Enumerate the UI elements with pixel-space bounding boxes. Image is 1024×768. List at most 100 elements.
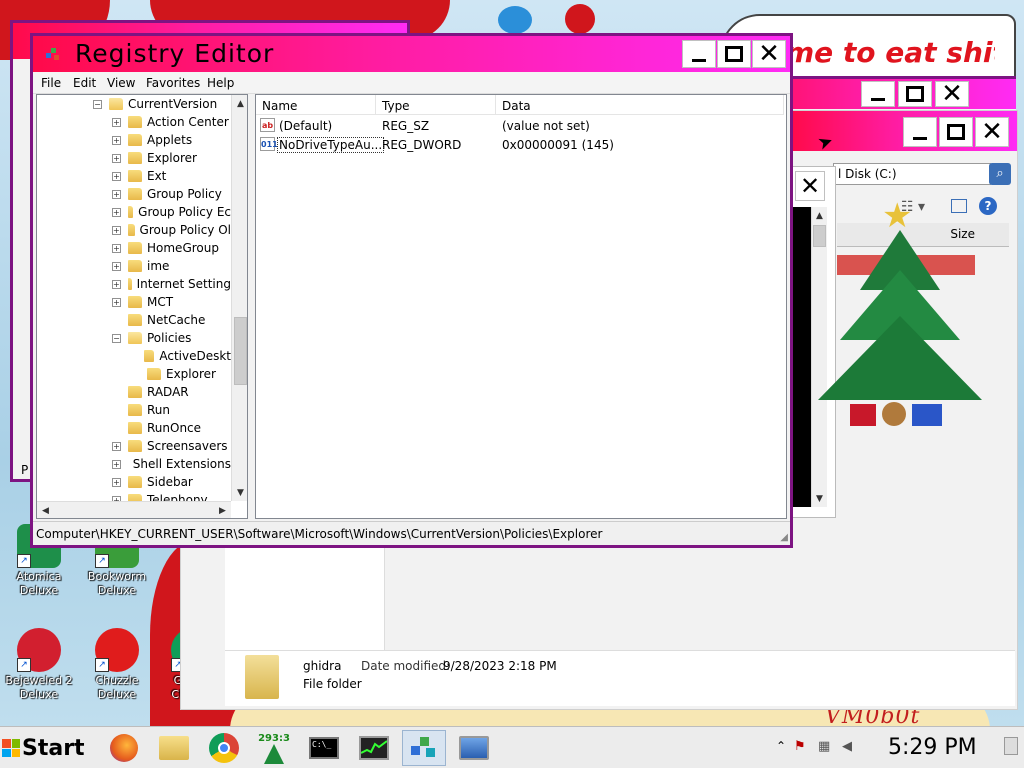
address-bar[interactable]: l Disk (C:): [833, 163, 991, 185]
menu-help[interactable]: Help: [207, 76, 234, 90]
expand-icon[interactable]: +: [112, 261, 121, 271]
expand-icon[interactable]: +: [112, 117, 121, 127]
value-type: REG_SZ: [382, 119, 430, 133]
search-icon[interactable]: ⌕: [989, 163, 1011, 185]
menu-favorites[interactable]: Favorites: [146, 76, 200, 90]
registry-value-row[interactable]: ab (Default) REG_SZ (value not set): [256, 116, 786, 135]
tree-item[interactable]: + Action Center: [112, 113, 231, 131]
tree-item[interactable]: + HomeGroup: [112, 239, 231, 257]
expand-icon[interactable]: +: [112, 297, 121, 307]
start-button[interactable]: Start: [2, 731, 92, 765]
expand-icon[interactable]: +: [112, 207, 121, 217]
tree-item[interactable]: + Screensavers: [112, 437, 231, 455]
network-icon[interactable]: ▦: [818, 739, 830, 754]
show-hidden-icons-icon[interactable]: ⌃: [776, 739, 786, 753]
menu-view[interactable]: View: [107, 76, 135, 90]
desktop-icon-chuzzle[interactable]: ↗ Chuzzle Deluxe: [78, 628, 156, 702]
menu-file[interactable]: File: [41, 76, 61, 90]
maximize-button[interactable]: [939, 117, 973, 147]
expand-icon[interactable]: +: [112, 153, 121, 163]
tree-item[interactable]: + ime: [112, 257, 231, 275]
expand-icon[interactable]: +: [112, 225, 121, 235]
expand-icon[interactable]: +: [112, 135, 121, 145]
menu-bar: File Edit View Favorites Help: [33, 72, 790, 94]
scroll-left-icon[interactable]: ◀: [37, 502, 54, 518]
expand-icon[interactable]: +: [112, 189, 121, 199]
scroll-right-icon[interactable]: ▶: [214, 502, 231, 518]
system-clock[interactable]: 5:29 PM: [888, 735, 977, 760]
taskbar-task-manager[interactable]: [352, 730, 396, 766]
registry-editor-window[interactable]: Registry Editor ✕ File Edit View Favorit…: [30, 33, 793, 548]
tree-item[interactable]: − CurrentVersion: [93, 95, 231, 113]
expand-icon[interactable]: +: [112, 279, 121, 289]
tree-item[interactable]: Run: [112, 401, 231, 419]
maximize-button[interactable]: [898, 81, 932, 107]
tree-item[interactable]: + Group Policy Ol: [112, 221, 231, 239]
expand-icon[interactable]: +: [112, 171, 121, 181]
folder-icon: [159, 736, 189, 760]
column-header-type[interactable]: Type: [376, 95, 496, 115]
registry-value-row[interactable]: 011 NoDriveTypeAu... REG_DWORD 0x0000009…: [256, 135, 786, 154]
tree-item[interactable]: − Policies: [112, 329, 231, 347]
taskbar-command-prompt[interactable]: C:\_: [302, 730, 346, 766]
taskbar-remote-desktop[interactable]: [452, 730, 496, 766]
taskbar-net-meter[interactable]: 293:3: [252, 730, 296, 766]
minimize-button[interactable]: [861, 81, 895, 107]
desktop-icon-bejeweled[interactable]: ↗ Bejeweled 2 Deluxe: [0, 628, 78, 702]
close-button[interactable]: ✕: [752, 40, 786, 68]
gift-icon: [912, 404, 942, 426]
tree-item[interactable]: ActiveDeskt: [131, 347, 231, 365]
tree-item[interactable]: + Group Policy: [112, 185, 231, 203]
tree-item[interactable]: Explorer: [131, 365, 231, 383]
collapse-icon[interactable]: −: [93, 99, 102, 109]
close-button[interactable]: ✕: [935, 81, 969, 107]
action-center-icon[interactable]: ⚑: [794, 739, 806, 754]
minimize-button[interactable]: [682, 40, 716, 68]
expand-icon[interactable]: +: [112, 441, 121, 451]
folder-icon: [147, 368, 161, 380]
menu-edit[interactable]: Edit: [73, 76, 96, 90]
scroll-down-icon[interactable]: ▼: [232, 484, 247, 501]
taskbar-registry-editor[interactable]: [402, 730, 446, 766]
tree-item[interactable]: + Ext: [112, 167, 231, 185]
tree-item[interactable]: + Shell Extensions: [112, 455, 231, 473]
tree-item[interactable]: + Explorer: [112, 149, 231, 167]
column-header-data[interactable]: Data: [496, 95, 784, 115]
tree-item-label: ime: [147, 259, 170, 273]
minimize-button[interactable]: [903, 117, 937, 147]
taskbar-chrome[interactable]: [202, 730, 246, 766]
registry-values-list[interactable]: Name Type Data ab (Default) REG_SZ (valu…: [255, 94, 787, 519]
taskbar-firefox[interactable]: [102, 730, 146, 766]
column-header-name[interactable]: Name: [256, 95, 376, 115]
tree-item[interactable]: NetCache: [112, 311, 231, 329]
registry-key-tree[interactable]: + Telephony + Sidebar + Shell Extensions + Scre…: [36, 94, 248, 519]
tree-item[interactable]: + MCT: [112, 293, 231, 311]
tree-item[interactable]: RunOnce: [112, 419, 231, 437]
expand-icon[interactable]: +: [112, 243, 121, 253]
desktop-icon-label: Atomica Deluxe: [16, 570, 62, 597]
maximize-button[interactable]: [717, 40, 751, 68]
tree-item[interactable]: + Group Policy Ec: [112, 203, 231, 221]
volume-icon[interactable]: ◀: [842, 739, 852, 754]
collapse-icon[interactable]: −: [112, 333, 121, 343]
tree-vertical-scrollbar[interactable]: ▲ ▼: [231, 95, 247, 501]
close-button[interactable]: ✕: [975, 117, 1009, 147]
folder-icon: [128, 188, 142, 200]
tree-horizontal-scrollbar[interactable]: ◀ ▶: [37, 501, 231, 518]
tree-icon: [264, 743, 284, 764]
expand-icon[interactable]: +: [112, 459, 121, 469]
expand-icon[interactable]: +: [112, 477, 121, 487]
show-desktop-button[interactable]: [1004, 737, 1018, 755]
scroll-thumb[interactable]: [234, 317, 247, 385]
tree-item[interactable]: + Applets: [112, 131, 231, 149]
scroll-down-icon[interactable]: ▼: [812, 490, 827, 507]
taskbar-file-explorer[interactable]: [152, 730, 196, 766]
scroll-up-icon[interactable]: ▲: [232, 95, 247, 112]
resize-grip-icon[interactable]: ◢: [780, 532, 788, 543]
tree-item[interactable]: + Sidebar: [112, 473, 231, 491]
tree-item[interactable]: + Internet Setting: [112, 275, 231, 293]
tree-item[interactable]: RADAR: [112, 383, 231, 401]
tree-item-label: Screensavers: [147, 439, 228, 453]
